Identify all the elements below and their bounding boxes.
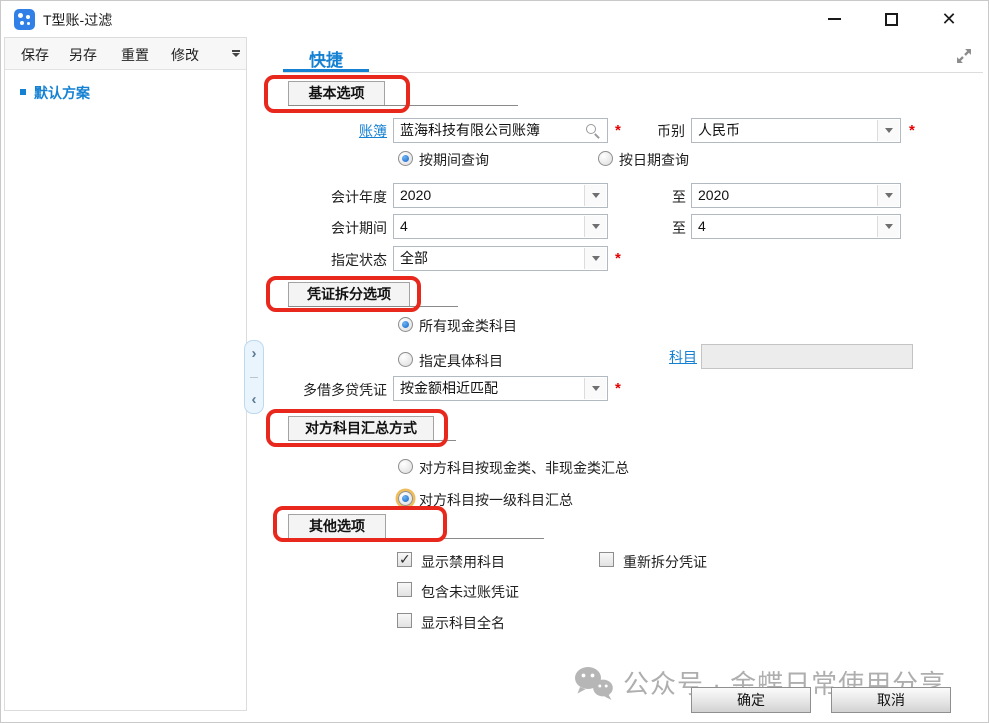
- radio-by-period-label: 按期间查询: [419, 150, 489, 170]
- splitter-divider: [250, 377, 258, 378]
- panel-splitter[interactable]: › ‹: [244, 340, 264, 414]
- group-header-voucher-split: 凭证拆分选项: [288, 282, 410, 307]
- subject-input[interactable]: [701, 344, 913, 369]
- radio-first-level-summary[interactable]: [398, 491, 413, 506]
- currency-combobox[interactable]: 人民币: [691, 118, 901, 143]
- status-label: 指定状态: [283, 251, 387, 269]
- to-label: 至: [672, 188, 686, 206]
- group-underline: [288, 440, 456, 441]
- save-as-button[interactable]: 另存: [69, 45, 97, 65]
- ledger-value: 蓝海科技有限公司账簿: [400, 122, 540, 138]
- status-combobox[interactable]: 全部: [393, 246, 608, 271]
- to-label: 至: [672, 219, 686, 237]
- dropdown-arrow-icon[interactable]: [584, 216, 606, 237]
- radio-all-cash-subjects-label: 所有现金类科目: [419, 316, 517, 336]
- group-underline: [288, 105, 518, 106]
- checkbox-resplit-vouchers[interactable]: [599, 552, 614, 567]
- radio-by-date-label: 按日期查询: [619, 150, 689, 170]
- radio-cash-noncash-summary[interactable]: [398, 459, 413, 474]
- sidebar-item-default-scheme[interactable]: 默认方案: [5, 82, 246, 104]
- window-title: T型账-过滤: [43, 10, 112, 30]
- expand-icon[interactable]: [953, 45, 975, 67]
- dropdown-arrow-icon[interactable]: [877, 216, 899, 237]
- minimize-icon: [828, 18, 841, 20]
- fiscal-year-to-combobox[interactable]: 2020: [691, 183, 901, 208]
- dropdown-arrow-icon[interactable]: [584, 378, 606, 399]
- required-marker: *: [909, 122, 915, 139]
- currency-label: 币别: [581, 122, 685, 140]
- fiscal-year-combobox[interactable]: 2020: [393, 183, 608, 208]
- fiscal-year-to-value: 2020: [698, 187, 729, 203]
- group-underline: [288, 306, 458, 307]
- checkbox-show-disabled-subjects-label: 显示禁用科目: [421, 552, 505, 572]
- fiscal-period-to-combobox[interactable]: 4: [691, 214, 901, 239]
- save-button[interactable]: 保存: [21, 45, 49, 65]
- chevron-left-icon[interactable]: ‹: [252, 393, 257, 407]
- required-marker: *: [615, 380, 621, 397]
- fiscal-period-label: 会计期间: [283, 219, 387, 237]
- scheme-toolbar: 保存 另存 重置 修改: [5, 38, 246, 70]
- checkbox-resplit-vouchers-label: 重新拆分凭证: [623, 552, 707, 572]
- radio-cash-noncash-summary-label: 对方科目按现金类、非现金类汇总: [419, 458, 629, 478]
- subject-link[interactable]: 科目: [669, 349, 697, 365]
- group-header-other-options: 其他选项: [288, 514, 386, 539]
- checkbox-show-full-name[interactable]: [397, 613, 412, 628]
- close-icon: ✕: [941, 10, 956, 28]
- group-underline: [288, 538, 544, 539]
- checkbox-include-unposted[interactable]: [397, 582, 412, 597]
- chevron-right-icon[interactable]: ›: [252, 347, 257, 361]
- fiscal-year-value: 2020: [400, 187, 431, 203]
- checkbox-show-full-name-label: 显示科目全名: [421, 613, 505, 633]
- subject-label: 科目: [669, 348, 697, 366]
- bullet-icon: [20, 89, 26, 95]
- fiscal-period-combobox[interactable]: 4: [393, 214, 608, 239]
- radio-all-cash-subjects[interactable]: [398, 317, 413, 332]
- radio-specific-subjects-label: 指定具体科目: [419, 351, 503, 371]
- required-marker: *: [615, 250, 621, 267]
- tab-quick[interactable]: 快捷: [283, 46, 369, 71]
- app-icon: [14, 9, 35, 30]
- radio-specific-subjects[interactable]: [398, 352, 413, 367]
- wechat-icon: [573, 665, 615, 701]
- radio-by-date[interactable]: [598, 151, 613, 166]
- radio-first-level-summary-label: 对方科目按一级科目汇总: [419, 490, 573, 510]
- status-value: 全部: [400, 250, 428, 266]
- tab-strip-divider: [283, 72, 983, 73]
- reset-button[interactable]: 重置: [121, 45, 149, 65]
- cancel-button[interactable]: 取消: [831, 687, 951, 713]
- maximize-button[interactable]: [870, 4, 912, 34]
- group-header-basic: 基本选项: [288, 81, 385, 106]
- checkbox-include-unposted-label: 包含未过账凭证: [421, 582, 519, 602]
- multi-dc-value: 按金额相近匹配: [400, 380, 498, 396]
- close-button[interactable]: ✕: [928, 4, 970, 34]
- dropdown-arrow-icon[interactable]: [584, 248, 606, 269]
- minimize-button[interactable]: [813, 4, 855, 34]
- fiscal-period-to-value: 4: [698, 218, 706, 234]
- maximize-icon: [885, 13, 898, 26]
- group-header-counterpart-summary: 对方科目汇总方式: [288, 416, 434, 441]
- scheme-panel: 保存 另存 重置 修改 默认方案: [4, 37, 247, 711]
- fiscal-period-value: 4: [400, 218, 408, 234]
- toolbar-overflow-icon[interactable]: [231, 50, 240, 58]
- ledger-label: 账簿: [283, 122, 387, 140]
- title-bar: T型账-过滤 ✕: [1, 1, 988, 37]
- dropdown-arrow-icon[interactable]: [877, 185, 899, 206]
- modify-button[interactable]: 修改: [171, 45, 199, 65]
- dialog-window: T型账-过滤 ✕ 保存 另存 重置 修改 默认方案 › ‹ 快捷: [0, 0, 989, 723]
- dropdown-arrow-icon[interactable]: [584, 185, 606, 206]
- ledger-input[interactable]: 蓝海科技有限公司账簿: [393, 118, 608, 143]
- default-scheme-label: 默认方案: [34, 83, 90, 103]
- currency-value: 人民币: [698, 122, 740, 138]
- ok-button[interactable]: 确定: [691, 687, 811, 713]
- multi-dc-label: 多借多贷凭证: [283, 381, 387, 399]
- fiscal-year-label: 会计年度: [283, 188, 387, 206]
- radio-by-period[interactable]: [398, 151, 413, 166]
- checkbox-show-disabled-subjects[interactable]: [397, 552, 412, 567]
- ledger-link[interactable]: 账簿: [359, 123, 387, 139]
- multi-dc-combobox[interactable]: 按金额相近匹配: [393, 376, 608, 401]
- dropdown-arrow-icon[interactable]: [877, 120, 899, 141]
